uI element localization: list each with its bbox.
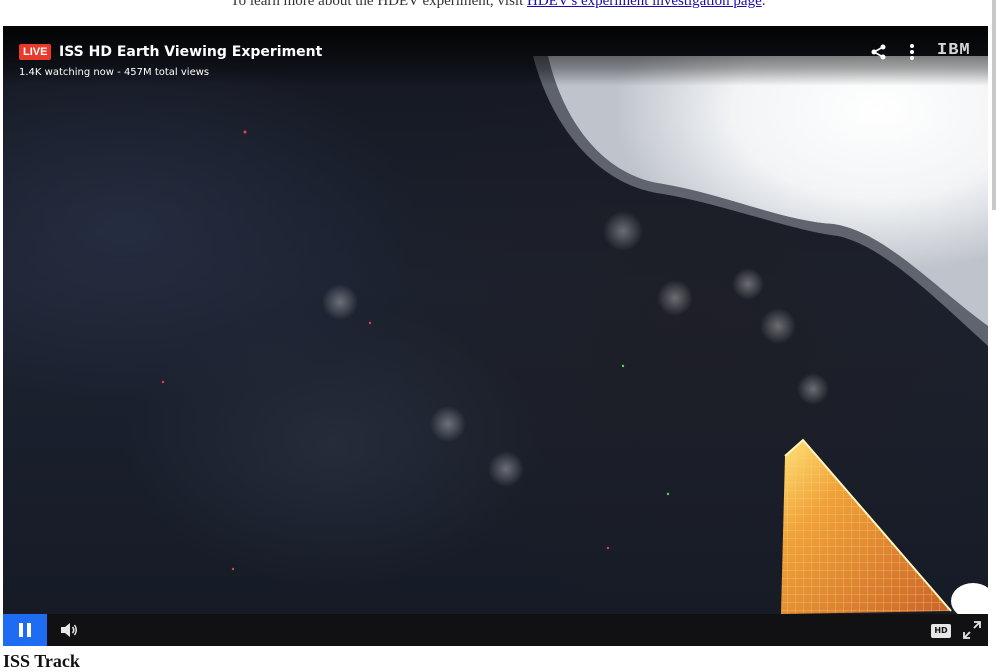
- hd-label: HD: [934, 626, 948, 635]
- intro-prefix: To learn more about the HDEV experiment,…: [230, 0, 524, 9]
- volume-icon[interactable]: [60, 622, 78, 638]
- hd-icon[interactable]: HD: [931, 624, 951, 638]
- pause-icon: [19, 623, 31, 637]
- intro-text: To learn more about the HDEV experiment,…: [0, 0, 996, 10]
- live-video-frame[interactable]: [3, 26, 988, 614]
- video-player[interactable]: LIVE ISS HD Earth Viewing Experiment 1.4…: [3, 26, 988, 646]
- player-title-bar: LIVE ISS HD Earth Viewing Experiment 1.4…: [3, 26, 988, 86]
- fullscreen-icon[interactable]: [963, 621, 981, 639]
- more-vertical-icon[interactable]: [902, 42, 922, 62]
- live-badge: LIVE: [19, 44, 52, 60]
- earth-view-image: [161, 56, 988, 614]
- share-icon[interactable]: [869, 42, 889, 62]
- iss-track-heading: ISS Track: [3, 651, 80, 671]
- video-title[interactable]: ISS HD Earth Viewing Experiment: [59, 42, 322, 62]
- page-scrollbar[interactable]: [992, 0, 996, 210]
- view-stats: 1.4K watching now - 457M total views: [19, 67, 210, 78]
- intro-suffix: .: [761, 0, 766, 9]
- experiment-investigation-link[interactable]: HDEV's experiment investigation page: [527, 0, 762, 9]
- pause-button[interactable]: [3, 614, 47, 646]
- ibm-logo[interactable]: IBM: [937, 41, 971, 60]
- player-control-bar: HD: [3, 614, 988, 646]
